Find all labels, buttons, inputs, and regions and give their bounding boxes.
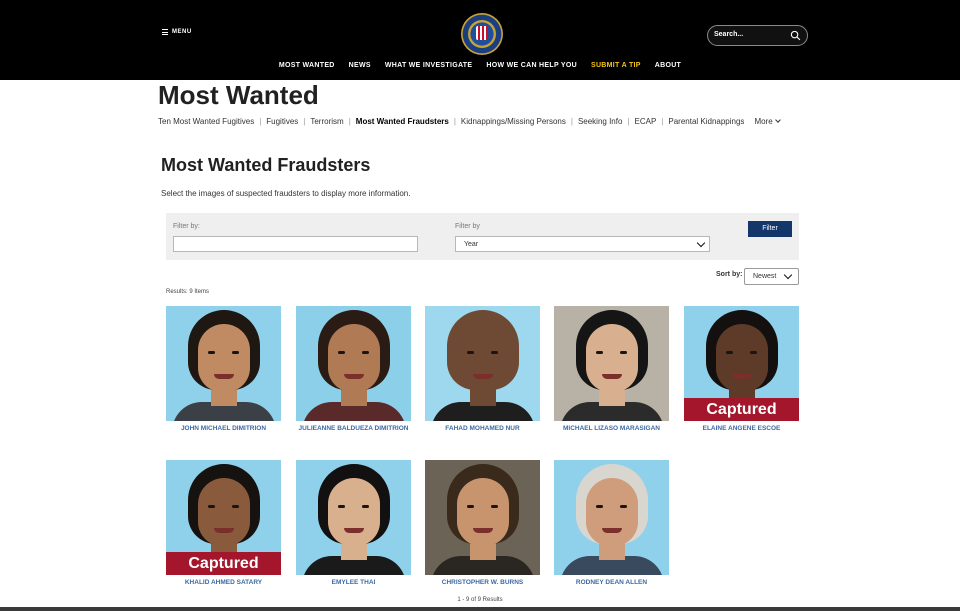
subnav-more[interactable]: More <box>754 117 781 126</box>
filter-button[interactable]: Filter <box>748 221 792 237</box>
site-header: MENU Search... MOST WANTED NEWS WHAT WE … <box>0 0 960 80</box>
captured-badge: Captured <box>684 398 799 421</box>
chevron-down-icon <box>696 238 706 248</box>
nav-news[interactable]: NEWS <box>349 62 371 69</box>
subnav-ecap[interactable]: ECAP <box>635 117 657 126</box>
fugitive-photo[interactable]: Captured <box>166 460 281 575</box>
subnav-ten-most-wanted[interactable]: Ten Most Wanted Fugitives <box>158 117 254 126</box>
subnav-terrorism[interactable]: Terrorism <box>310 117 343 126</box>
nav-most-wanted[interactable]: MOST WANTED <box>279 62 335 69</box>
separator: | <box>627 117 630 126</box>
fugitive-name-link[interactable]: MICHAEL LIZASO MARASIGAN <box>554 423 669 434</box>
subnav-seeking-info[interactable]: Seeking Info <box>578 117 622 126</box>
separator: | <box>303 117 306 126</box>
main-nav: MOST WANTED NEWS WHAT WE INVESTIGATE HOW… <box>0 62 960 69</box>
fugitive-name-link[interactable]: ELAINE ANGENE ESCOE <box>684 423 799 434</box>
fugitive-photo[interactable] <box>296 460 411 575</box>
fugitive-name-link[interactable]: FAHAD MOHAMED NUR <box>425 423 540 434</box>
menu-label: MENU <box>172 29 192 35</box>
fugitive-photo[interactable] <box>296 306 411 421</box>
sort-select[interactable]: Newest <box>744 268 799 285</box>
filter-text-input[interactable] <box>173 236 418 252</box>
fugitive-name-link[interactable]: KHALID AHMED SATARY <box>166 577 281 588</box>
nav-submit-a-tip[interactable]: SUBMIT A TIP <box>591 62 641 69</box>
nav-how-we-can-help-you[interactable]: HOW WE CAN HELP YOU <box>486 62 577 69</box>
separator: | <box>453 117 456 126</box>
sort-label: Sort by: <box>716 271 743 278</box>
menu-button[interactable]: MENU <box>162 29 192 35</box>
sort-value: Newest <box>753 273 777 280</box>
subnav-most-wanted-fraudsters[interactable]: Most Wanted Fraudsters <box>356 117 449 126</box>
fugitive-photo[interactable] <box>554 306 669 421</box>
search-placeholder: Search... <box>714 31 744 38</box>
search-icon[interactable] <box>790 30 801 41</box>
search-input[interactable]: Search... <box>707 25 808 46</box>
separator: | <box>570 117 573 126</box>
filter-year-label: Filter by <box>455 223 480 230</box>
section-title: Most Wanted Fraudsters <box>161 155 371 175</box>
separator: | <box>259 117 262 126</box>
hamburger-icon <box>162 29 168 35</box>
subnav-parental-kidnappings[interactable]: Parental Kidnappings <box>668 117 744 126</box>
nav-about[interactable]: ABOUT <box>655 62 681 69</box>
bottom-border <box>0 607 960 611</box>
fugitive-photo[interactable] <box>425 306 540 421</box>
subnav-fugitives[interactable]: Fugitives <box>266 117 298 126</box>
captured-badge: Captured <box>166 552 281 575</box>
fugitive-name-link[interactable]: CHRISTOPHER W. BURNS <box>425 577 540 588</box>
filter-year-select[interactable]: Year <box>455 236 710 252</box>
pagination-text: 1 - 9 of 9 Results <box>457 597 503 603</box>
results-count: Results: 9 Items <box>166 289 210 295</box>
chevron-down-icon <box>783 270 793 280</box>
fugitive-name-link[interactable]: EMYLEE THAI <box>296 577 411 588</box>
subnav-kidnappings-missing-persons[interactable]: Kidnappings/Missing Persons <box>461 117 566 126</box>
fugitive-photo[interactable] <box>554 460 669 575</box>
fugitive-photo[interactable]: Captured <box>684 306 799 421</box>
subnav-more-label: More <box>754 117 773 126</box>
fbi-seal-logo[interactable] <box>461 13 503 55</box>
separator: | <box>348 117 351 126</box>
fugitive-name-link[interactable]: RODNEY DEAN ALLEN <box>554 577 669 588</box>
chevron-down-icon <box>774 117 781 123</box>
fugitive-name-link[interactable]: JULIEANNE BALDUEZA DIMITRION <box>296 423 411 434</box>
section-description: Select the images of suspected fraudster… <box>161 189 411 198</box>
page-title: Most Wanted <box>158 80 319 110</box>
fugitive-photo[interactable] <box>166 306 281 421</box>
separator: | <box>661 117 664 126</box>
filter-year-value: Year <box>464 241 479 248</box>
filter-text-label: Filter by: <box>173 223 200 230</box>
nav-what-we-investigate[interactable]: WHAT WE INVESTIGATE <box>385 62 473 69</box>
fugitive-name-link[interactable]: JOHN MICHAEL DIMITRION <box>166 423 281 434</box>
filter-panel: Filter by: Filter by Year Filter <box>166 213 799 260</box>
fugitive-photo[interactable] <box>425 460 540 575</box>
sub-navigation: Ten Most Wanted Fugitives | Fugitives | Te… <box>158 117 781 126</box>
